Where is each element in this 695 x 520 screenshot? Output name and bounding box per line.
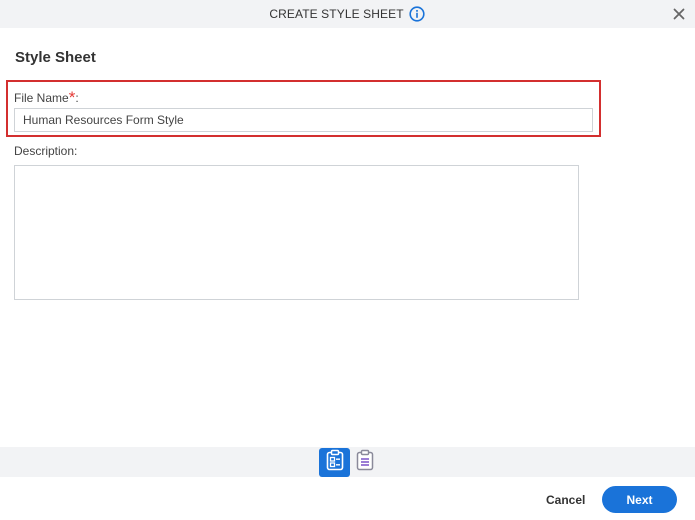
description-label: Description: [14,144,78,158]
file-name-label: File Name*: [14,87,79,107]
clipboard-list-icon [355,449,375,476]
file-name-label-colon: : [75,91,79,105]
close-icon[interactable] [671,6,687,22]
file-name-label-text: File Name [14,91,69,105]
dialog-header: CREATE STYLE SHEET [0,0,695,28]
info-icon[interactable] [409,6,426,23]
required-marker: * [68,88,76,107]
dialog-title: CREATE STYLE SHEET [269,7,404,21]
file-name-input[interactable] [14,108,593,132]
step-navigation [0,447,695,477]
description-textarea[interactable] [14,165,579,300]
step-1-button[interactable] [319,447,350,477]
cancel-button[interactable]: Cancel [540,491,591,508]
next-button[interactable]: Next [602,486,677,513]
section-title: Style Sheet [15,49,96,66]
clipboard-form-icon [325,449,345,476]
step-2-button[interactable] [354,448,376,477]
